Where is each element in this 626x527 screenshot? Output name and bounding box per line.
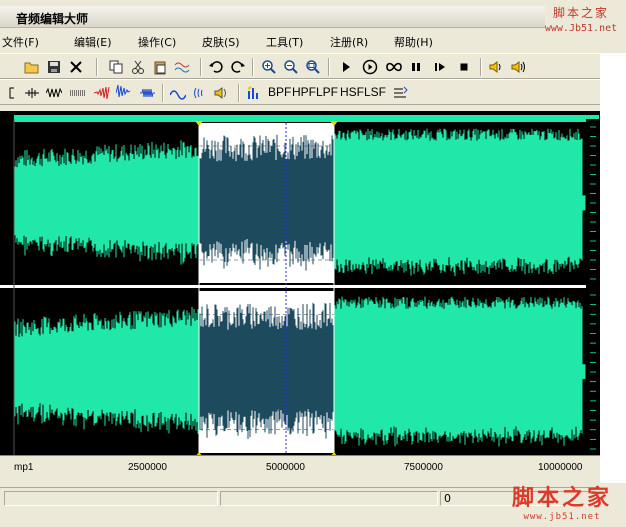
loop-icon[interactable]	[384, 57, 404, 76]
bpf-filter-button[interactable]: BPF	[268, 85, 291, 99]
ruler-label-7500000: 7500000	[404, 462, 443, 473]
hpf-filter-button[interactable]: HPF	[292, 85, 316, 99]
watermark-top-text: 脚本之家	[552, 6, 609, 20]
right-margin	[600, 53, 626, 483]
time-ruler: mp1 2500000 5000000 7500000 10000000	[0, 455, 600, 477]
zoom-in-icon[interactable]	[259, 57, 279, 76]
status-panel-1	[4, 491, 218, 506]
paste-icon[interactable]	[150, 57, 170, 76]
toolbar-separator	[96, 58, 98, 76]
menu-register[interactable]: 注册(R)	[330, 34, 368, 50]
effect-wave-icon[interactable]	[44, 83, 64, 102]
ruler-label-10000000: 10000000	[538, 462, 583, 473]
undo-icon[interactable]	[206, 57, 226, 76]
title-bar: 音频编辑大师	[0, 6, 545, 28]
menu-file[interactable]: 文件(F)	[2, 34, 39, 50]
volume-right-icon[interactable]	[508, 57, 528, 76]
lpf-filter-button[interactable]: LPF	[316, 85, 338, 99]
effect-fade-out-icon[interactable]	[114, 83, 134, 102]
channel-divider	[0, 285, 600, 288]
toolbar-separator	[200, 58, 202, 76]
menu-edit[interactable]: 编辑(E)	[74, 34, 112, 50]
stop-icon[interactable]	[454, 57, 474, 76]
toolbar-separator	[328, 58, 330, 76]
ruler-label-2500000: 2500000	[128, 462, 167, 473]
window-title: 音频编辑大师	[16, 12, 89, 26]
menu-bar: 文件(F) 编辑(E) 操作(C) 皮肤(S) 工具(T) 注册(R) 帮助(H…	[0, 31, 600, 51]
effects-toolbar: BPF HPF LPF HSF LSF	[0, 79, 600, 105]
play-icon[interactable]	[336, 57, 356, 76]
watermark-bottom-text: 脚本之家	[511, 485, 612, 511]
waveform-canvas[interactable]	[0, 119, 600, 463]
pause-icon[interactable]	[406, 57, 426, 76]
toolbar-separator	[162, 84, 164, 102]
cut-x-icon[interactable]	[66, 57, 86, 76]
cut-scissors-icon[interactable]	[128, 57, 148, 76]
toolbar-separator	[252, 58, 254, 76]
ruler-label-start: mp1	[14, 462, 34, 473]
watermark-bottom-url: www.jb51.net	[523, 512, 601, 522]
effect-fade-in-icon[interactable]	[92, 83, 112, 102]
effect-bracket-icon[interactable]	[0, 83, 20, 102]
save-icon[interactable]	[44, 57, 64, 76]
effect-normalize-icon[interactable]	[138, 83, 158, 102]
zoom-out-icon[interactable]	[281, 57, 301, 76]
redo-icon[interactable]	[228, 57, 248, 76]
hsf-filter-button[interactable]: HSF	[340, 85, 364, 99]
menu-tools[interactable]: 工具(T)	[266, 34, 303, 50]
open-folder-icon[interactable]	[22, 57, 42, 76]
effect-eq-icon[interactable]	[244, 83, 264, 102]
toolbar-separator	[238, 84, 240, 102]
zoom-fit-icon[interactable]	[303, 57, 323, 76]
watermark-bottom: 脚本之家 www.jb51.net	[502, 480, 622, 524]
effect-batch-icon[interactable]	[390, 83, 410, 102]
mix-paste-icon[interactable]	[172, 57, 192, 76]
effect-silence-icon[interactable]	[22, 83, 42, 102]
menu-help[interactable]: 帮助(H)	[394, 34, 433, 50]
play-circle-icon[interactable]	[360, 57, 380, 76]
status-panel-2	[220, 491, 438, 506]
volume-left-icon[interactable]	[486, 57, 506, 76]
play-pause-icon[interactable]	[430, 57, 450, 76]
effect-chorus-icon[interactable]	[168, 83, 188, 102]
effect-flat-wave-icon[interactable]	[68, 83, 88, 102]
ruler-label-5000000: 5000000	[266, 462, 305, 473]
effect-volume-icon[interactable]	[212, 83, 232, 102]
menu-operate[interactable]: 操作(C)	[138, 34, 176, 50]
lsf-filter-button[interactable]: LSF	[364, 85, 386, 99]
main-toolbar	[0, 53, 600, 79]
status-value: 0	[444, 492, 451, 505]
toolbar-separator	[480, 58, 482, 76]
app-window: 音频编辑大师 脚本之家 www.Jb51.net 文件(F) 编辑(E) 操作(…	[0, 0, 626, 527]
menu-skin[interactable]: 皮肤(S)	[202, 34, 240, 50]
effect-echo-icon[interactable]	[190, 83, 210, 102]
waveform-editor[interactable]	[0, 111, 600, 463]
copy-icon[interactable]	[106, 57, 126, 76]
amplitude-scale	[586, 119, 600, 463]
